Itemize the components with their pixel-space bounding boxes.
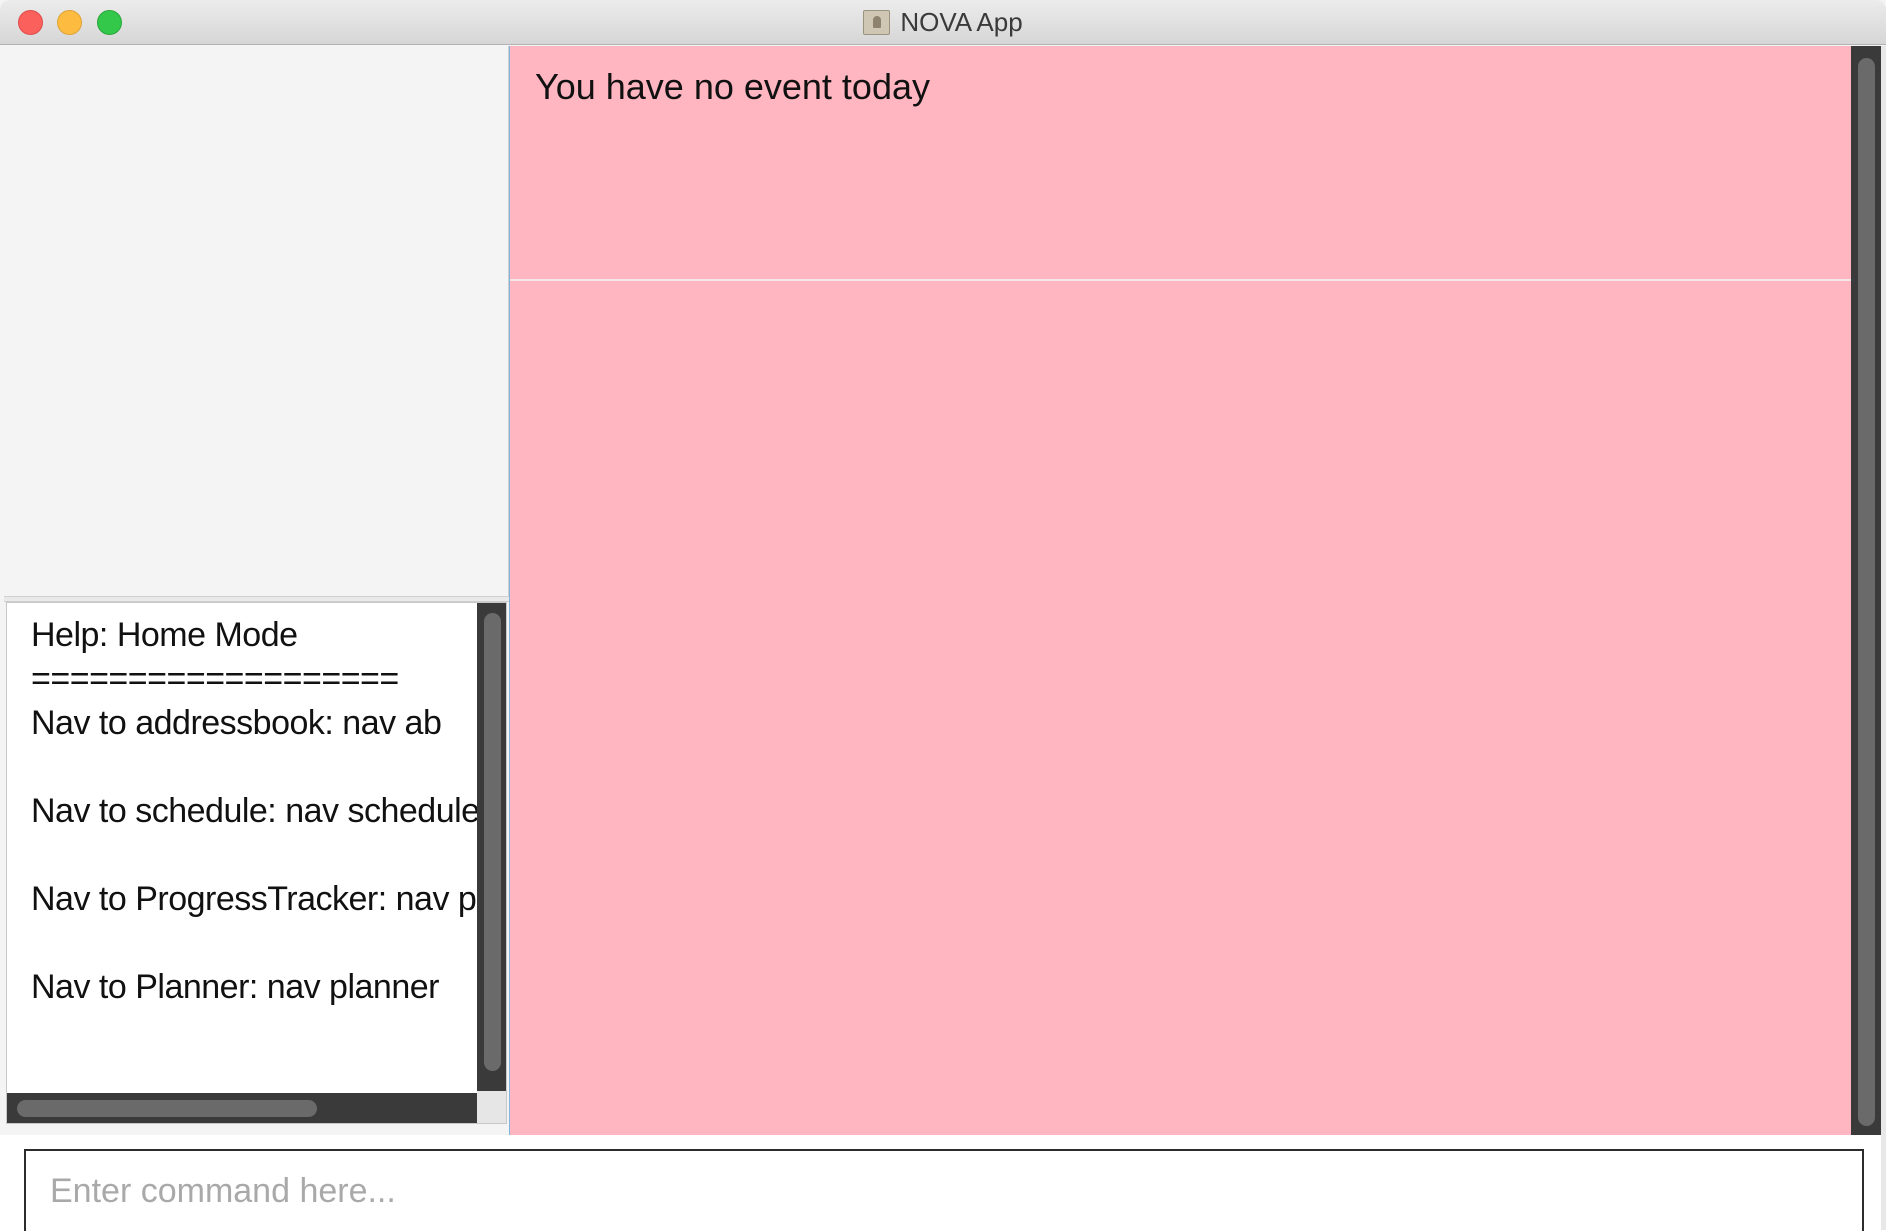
command-bar [0, 1135, 1881, 1231]
left-top-panel [4, 46, 509, 596]
event-vertical-scroll-thumb[interactable] [1858, 58, 1875, 1126]
help-line-separator: =================== [31, 660, 399, 698]
event-panel: You have no event today [509, 46, 1852, 1135]
window-title: NOVA App [900, 7, 1023, 37]
title-bar: NOVA App [0, 0, 1886, 45]
help-line-blank [31, 745, 483, 789]
window-right-edge [1881, 46, 1886, 1230]
help-line-blank [31, 921, 483, 965]
scroll-corner [477, 1091, 506, 1123]
title-group: NOVA App [0, 0, 1886, 45]
event-vertical-scrollbar[interactable] [1851, 46, 1881, 1135]
help-vertical-scrollbar[interactable] [477, 603, 506, 1093]
help-line-schedule: Nav to schedule: nav schedule [31, 792, 480, 830]
help-line-progresstracker: Nav to ProgressTracker: nav progress [31, 880, 483, 918]
command-input[interactable] [24, 1149, 1864, 1231]
help-text: Help: Home Mode =================== Nav … [31, 613, 483, 1009]
help-line-title: Help: Home Mode [31, 616, 298, 654]
help-line-addressbook: Nav to addressbook: nav ab [31, 704, 442, 742]
help-horizontal-scrollbar[interactable] [7, 1093, 479, 1123]
event-divider [510, 279, 1852, 281]
no-event-message: You have no event today [535, 66, 930, 107]
help-text-area[interactable]: Help: Home Mode =================== Nav … [6, 602, 507, 1124]
help-line-planner: Nav to Planner: nav planner [31, 968, 439, 1006]
help-line-blank [31, 833, 483, 877]
help-vertical-scroll-thumb[interactable] [484, 613, 501, 1071]
app-window: NOVA App Help: Home Mode ===============… [0, 0, 1886, 1231]
help-horizontal-scroll-thumb[interactable] [17, 1100, 317, 1117]
app-icon [863, 10, 891, 35]
